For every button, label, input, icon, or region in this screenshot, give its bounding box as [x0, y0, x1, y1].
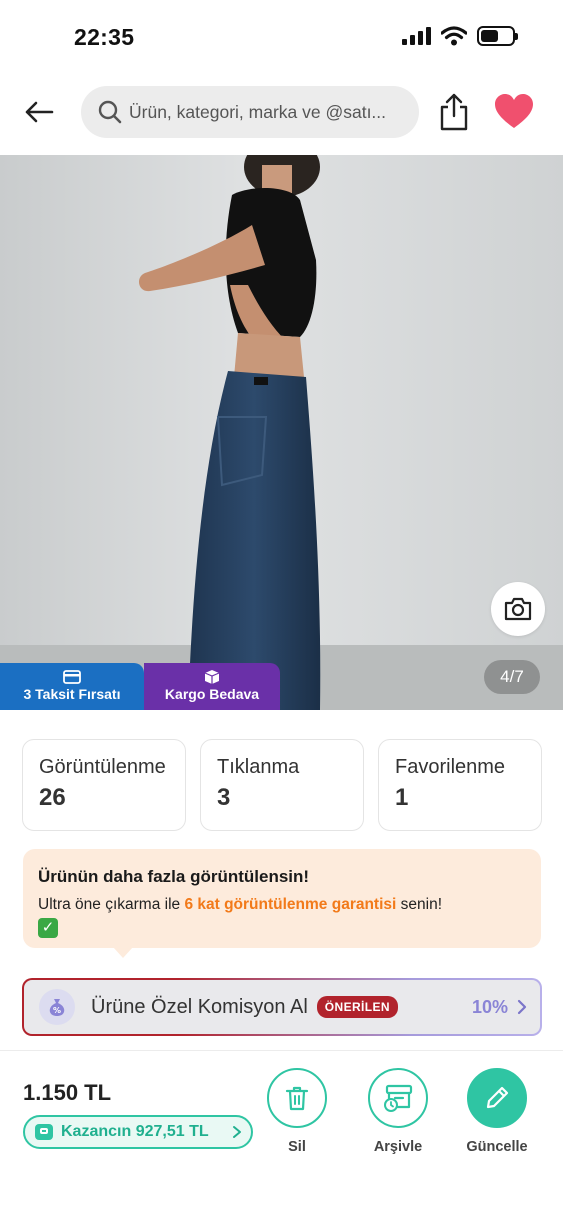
stat-views-label: Görüntülenme	[39, 756, 166, 778]
promo-text-before: Ultra öne çıkarma ile	[38, 896, 185, 913]
favorite-button[interactable]	[494, 94, 534, 130]
commission-row[interactable]: % Ürüne Özel Komisyon Al ÖNERİLEN 10%	[22, 978, 542, 1036]
pencil-icon	[486, 1086, 509, 1109]
product-stats: Görüntülenme 26 Tıklanma 3 Favorilenme 1	[22, 739, 542, 831]
stat-views-value: 26	[39, 784, 66, 811]
stat-favorites-label: Favorilenme	[395, 756, 506, 778]
stat-favorites: Favorilenme 1	[378, 739, 542, 831]
archive-button[interactable]: Arşivle	[358, 1068, 438, 1155]
update-button-label: Güncelle	[466, 1139, 528, 1155]
update-button-circle[interactable]	[467, 1068, 527, 1128]
commission-label: Ürüne Özel Komisyon Al	[91, 995, 308, 1018]
promo-highlight: 6 kat görüntülenme garantisi	[184, 896, 397, 913]
product-photo	[0, 155, 563, 710]
svg-text:%: %	[53, 1006, 61, 1015]
share-button[interactable]	[436, 92, 472, 132]
product-image[interactable]: 4/7 3 Taksit Fırsatı Kargo Bedava	[0, 155, 563, 710]
installment-badge: 3 Taksit Fırsatı	[0, 663, 144, 710]
trash-icon	[285, 1086, 309, 1111]
product-price: 1.150 TL	[23, 1080, 112, 1105]
check-icon: ✓	[38, 918, 58, 938]
battery-icon	[477, 26, 518, 46]
header: Ürün, kategori, marka ve @satı...	[0, 84, 563, 140]
delete-button-label: Sil	[288, 1139, 306, 1155]
archive-icon	[384, 1084, 413, 1112]
wifi-icon	[441, 26, 467, 46]
stat-views: Görüntülenme 26	[22, 739, 186, 831]
signal-icon	[402, 27, 431, 45]
delete-button[interactable]: Sil	[257, 1068, 337, 1155]
recommended-badge: ÖNERİLEN	[316, 996, 398, 1018]
promo-text: Ultra öne çıkarma ile 6 kat görüntülenme…	[38, 895, 541, 938]
money-bag-icon: %	[49, 999, 65, 1016]
archive-button-label: Arşivle	[373, 1139, 423, 1155]
installment-badge-label: 3 Taksit Fırsatı	[23, 686, 121, 702]
chevron-right-icon	[233, 1126, 241, 1138]
image-page-indicator: 4/7	[484, 660, 540, 694]
camera-search-button[interactable]	[491, 582, 545, 636]
search-input[interactable]: Ürün, kategori, marka ve @satı...	[81, 86, 419, 138]
promo-title: Ürünün daha fazla görüntülensin!	[38, 867, 310, 886]
bottom-action-bar: 1.150 TL Kazancın 927,51 TL Sil Arşivle …	[0, 1050, 563, 1219]
free-shipping-badge: Kargo Bedava	[144, 663, 280, 710]
arrow-left-icon	[25, 101, 54, 123]
earnings-button[interactable]: Kazancın 927,51 TL	[23, 1115, 253, 1149]
commission-rate: 10%	[471, 997, 508, 1017]
share-icon	[440, 93, 468, 131]
promo-text-after: senin!	[396, 896, 443, 913]
wallet-icon	[35, 1124, 53, 1140]
stat-clicks-value: 3	[217, 784, 231, 811]
search-icon	[98, 100, 122, 124]
heart-icon	[495, 94, 533, 128]
earnings-label: Kazancın 927,51 TL	[61, 1123, 209, 1140]
stat-clicks-label: Tıklanma	[217, 756, 300, 778]
status-time: 22:35	[74, 24, 135, 50]
status-bar: 22:35	[0, 0, 563, 78]
status-icons	[402, 26, 518, 46]
stat-clicks: Tıklanma 3	[200, 739, 364, 831]
stat-favorites-value: 1	[395, 784, 409, 811]
delete-button-circle[interactable]	[267, 1068, 327, 1128]
update-button[interactable]: Güncelle	[457, 1068, 537, 1155]
chevron-right-icon	[517, 999, 527, 1015]
archive-button-circle[interactable]	[368, 1068, 428, 1128]
back-button[interactable]	[22, 96, 56, 128]
credit-card-icon	[63, 670, 81, 684]
package-icon	[204, 670, 220, 684]
commission-icon: %	[39, 989, 75, 1025]
search-placeholder: Ürün, kategori, marka ve @satı...	[129, 101, 387, 122]
promo-banner[interactable]: Ürünün daha fazla görüntülensin! Ultra ö…	[23, 849, 541, 958]
camera-icon	[504, 597, 532, 621]
free-shipping-badge-label: Kargo Bedava	[164, 686, 260, 702]
